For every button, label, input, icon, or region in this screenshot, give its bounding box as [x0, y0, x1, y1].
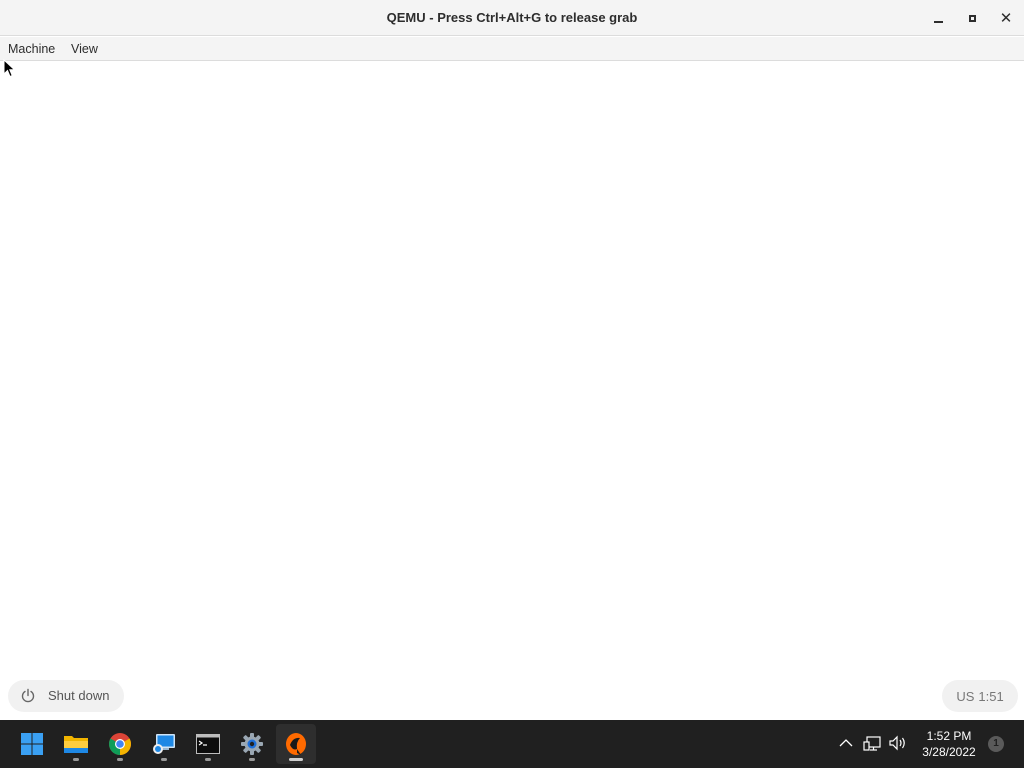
- qemu-window: QEMU - Press Ctrl+Alt+G to release grab …: [0, 0, 1024, 768]
- chrome-icon: [109, 733, 131, 755]
- clock-time: 1:52 PM: [926, 729, 972, 743]
- start-button[interactable]: [12, 724, 52, 764]
- taskbar-terminal[interactable]: [188, 724, 228, 764]
- taskbar-chrome[interactable]: [100, 724, 140, 764]
- shutdown-button[interactable]: Shut down: [8, 680, 124, 712]
- notification-badge[interactable]: 1: [988, 736, 1004, 752]
- minimize-button[interactable]: [926, 6, 950, 30]
- running-indicator: [73, 758, 79, 761]
- close-icon: ✕: [999, 9, 1013, 27]
- window-title: QEMU - Press Ctrl+Alt+G to release grab: [386, 10, 638, 25]
- windows-start-icon: [21, 733, 43, 755]
- close-button[interactable]: ✕: [994, 6, 1018, 30]
- taskbar-remote-desktop[interactable]: [144, 724, 184, 764]
- running-indicator: [249, 758, 255, 761]
- volume-icon[interactable]: [888, 733, 908, 753]
- remote-desktop-icon: [153, 734, 175, 754]
- taskbar-clock[interactable]: 1:52 PM 3/28/2022: [912, 728, 986, 760]
- clock-date: 3/28/2022: [922, 745, 976, 759]
- network-icon[interactable]: [863, 733, 883, 753]
- running-indicator: [117, 758, 123, 761]
- vm-display[interactable]: [0, 61, 1024, 720]
- active-indicator: [289, 758, 303, 761]
- minimize-icon: [933, 20, 943, 23]
- taskbar-file-explorer[interactable]: [56, 724, 96, 764]
- title-bar[interactable]: QEMU - Press Ctrl+Alt+G to release grab …: [0, 0, 1024, 36]
- taskbar-settings[interactable]: [232, 724, 272, 764]
- qemu-icon: [286, 733, 306, 755]
- menu-bar: Machine View: [0, 37, 1024, 61]
- taskbar-qemu[interactable]: [276, 724, 316, 764]
- menu-machine[interactable]: Machine: [8, 37, 55, 61]
- running-indicator: [161, 758, 167, 761]
- keyboard-time-pill[interactable]: US 1:51: [942, 680, 1018, 712]
- mouse-cursor-icon: [3, 59, 16, 78]
- maximize-icon: [968, 14, 976, 22]
- status-time: 1:51: [978, 688, 1004, 704]
- menu-view[interactable]: View: [71, 37, 98, 61]
- settings-gear-icon: [241, 733, 263, 755]
- power-icon: [21, 688, 35, 703]
- keyboard-layout: US: [956, 688, 975, 704]
- chevron-up-icon[interactable]: [836, 733, 856, 753]
- file-explorer-icon: [64, 736, 88, 753]
- terminal-icon: [196, 734, 220, 754]
- running-indicator: [205, 758, 211, 761]
- maximize-button[interactable]: [960, 6, 984, 30]
- shutdown-label: Shut down: [48, 688, 110, 703]
